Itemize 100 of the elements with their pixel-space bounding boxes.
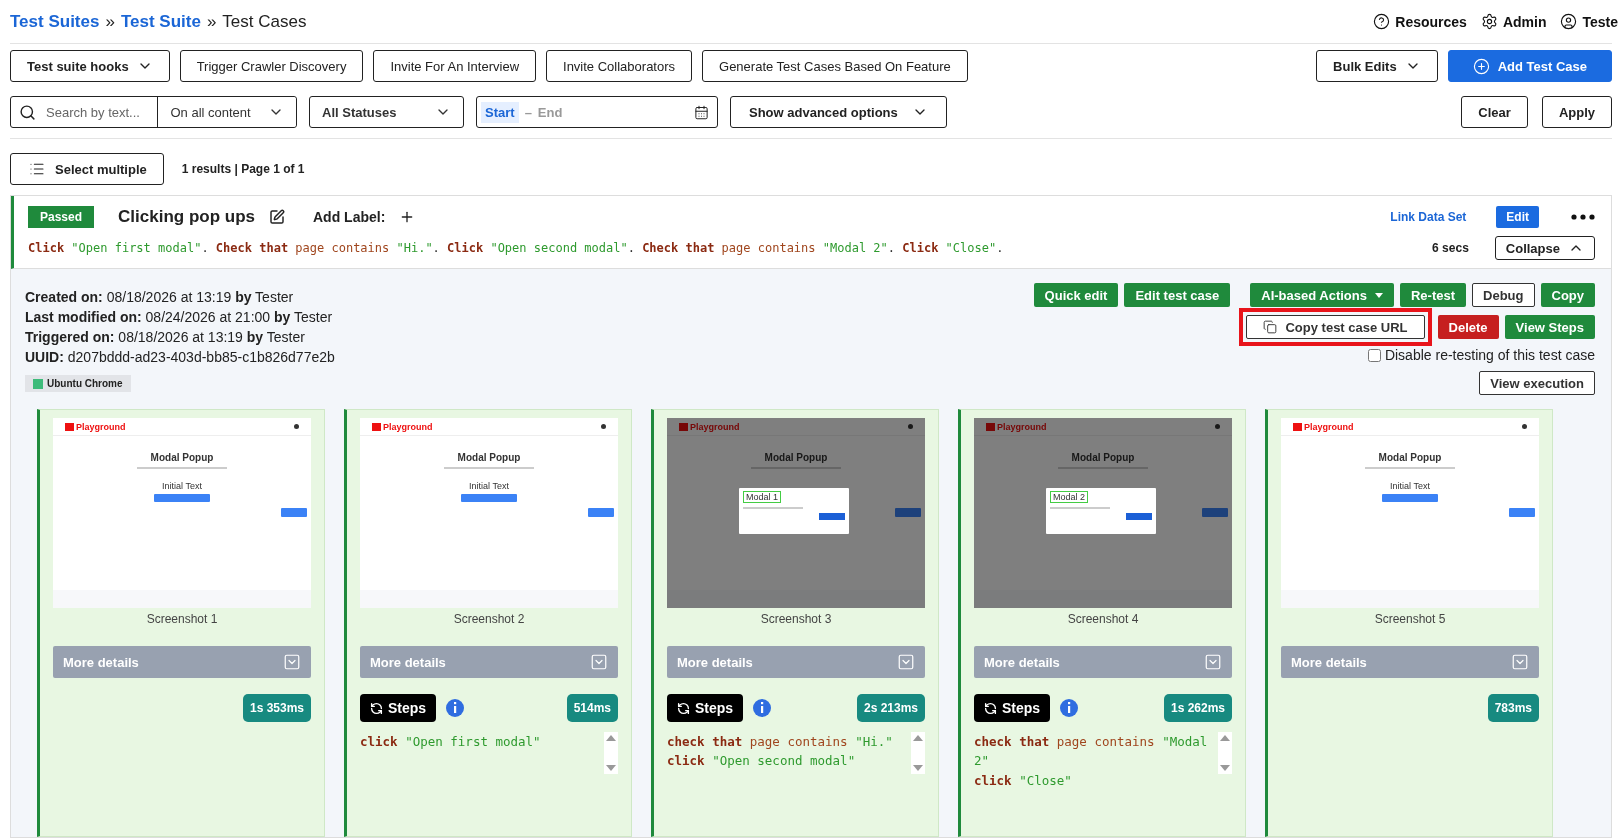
duration-badge: 514ms bbox=[566, 694, 618, 722]
chevron-down-icon bbox=[897, 653, 915, 671]
page-heading: Modal Popup bbox=[763, 452, 829, 463]
action-button[interactable]: Re-test bbox=[1399, 283, 1467, 307]
toolbar-button[interactable]: Invite For An Interview bbox=[373, 50, 537, 82]
admin-link[interactable]: Admin bbox=[1480, 13, 1547, 30]
action-button[interactable]: Delete bbox=[1437, 315, 1499, 339]
chevron-down-icon bbox=[1204, 653, 1222, 671]
copy-icon bbox=[1263, 320, 1278, 334]
steps-button[interactable]: Steps bbox=[974, 694, 1051, 722]
resources-link[interactable]: Resources bbox=[1373, 13, 1467, 30]
apply-button[interactable]: Apply bbox=[1541, 96, 1612, 128]
moon-icon bbox=[1522, 424, 1527, 429]
page-text: Initial Text bbox=[468, 481, 510, 491]
breadcrumb-link[interactable]: Test Suite bbox=[120, 11, 201, 32]
screenshot-thumbnail[interactable]: Playground Modal Popup Modal 1 bbox=[667, 418, 925, 608]
page-heading: Modal Popup bbox=[1070, 452, 1136, 463]
duration-text: 6 secs bbox=[1432, 241, 1469, 255]
user-menu[interactable]: Teste bbox=[1560, 13, 1618, 30]
screenshot-thumbnail[interactable]: Playground Modal Popup Initial Text bbox=[1281, 418, 1539, 608]
metadata-line: Triggered on: 08/18/2026 at 13:19 by Tester bbox=[25, 328, 305, 347]
advanced-options-dropdown[interactable]: Show advanced options bbox=[730, 96, 947, 128]
hooks-dropdown[interactable]: Test suite hooks bbox=[10, 50, 170, 82]
checkbox[interactable] bbox=[1367, 348, 1381, 362]
metadata-line: Last modified on: 08/24/2026 at 21:00 by Tester bbox=[25, 308, 333, 327]
view-execution-button[interactable]: View execution bbox=[1479, 371, 1595, 395]
info-icon[interactable] bbox=[753, 699, 772, 717]
page-button bbox=[1509, 508, 1535, 517]
toolbar-button[interactable]: Invite Collaborators bbox=[546, 50, 693, 82]
duration-badge: 783ms bbox=[1487, 694, 1539, 722]
scrollbar[interactable] bbox=[911, 732, 925, 774]
screenshot-caption: Screenshot 3 bbox=[759, 612, 833, 626]
breadcrumb-current: Test Cases bbox=[222, 11, 307, 32]
add-label-text: Add Label: bbox=[313, 209, 386, 225]
action-button[interactable]: Copy bbox=[1540, 283, 1595, 307]
edit-icon[interactable] bbox=[269, 209, 285, 225]
action-button[interactable]: Debug bbox=[1472, 283, 1535, 307]
browser-tag: Ubuntu Chrome bbox=[25, 375, 131, 392]
link-data-set-link[interactable]: Link Data Set bbox=[1390, 210, 1467, 224]
screenshot-thumbnail[interactable]: Playground Modal Popup Modal 2 bbox=[974, 418, 1232, 608]
info-icon[interactable] bbox=[1060, 699, 1079, 717]
action-button[interactable]: Edit test case bbox=[1124, 283, 1231, 307]
page-heading: Modal Popup bbox=[1377, 452, 1443, 463]
site-logo: Playground bbox=[679, 421, 740, 432]
breadcrumb-link[interactable]: Test Suites bbox=[10, 11, 100, 32]
metadata-line: UUID: d207bddd-ad23-403d-bb85-c1b826d77e2b bbox=[25, 348, 335, 367]
toolbar-button[interactable]: Generate Test Cases Based On Feature bbox=[702, 50, 968, 82]
select-multiple-button[interactable]: Select multiple bbox=[10, 153, 164, 185]
screenshot-thumbnail[interactable]: Playground Modal Popup Initial Text bbox=[360, 418, 618, 608]
site-logo: Playground bbox=[65, 421, 126, 432]
duration-badge: 1s 353ms bbox=[242, 694, 311, 722]
test-case-title: Clicking pop ups bbox=[118, 207, 255, 227]
scrollbar[interactable] bbox=[1218, 732, 1232, 774]
steps-button[interactable]: Steps bbox=[360, 694, 437, 722]
steps-code: check that page contains "Modal 2" click "Close" bbox=[974, 733, 1209, 790]
page-text: Initial Text bbox=[161, 481, 203, 491]
calendar-icon bbox=[694, 104, 709, 120]
steps-button[interactable]: Steps bbox=[667, 694, 744, 722]
duration-badge: 1s 262ms bbox=[1163, 694, 1232, 722]
screenshot-caption: Screenshot 1 bbox=[145, 612, 219, 626]
refresh-icon bbox=[984, 701, 997, 715]
info-icon[interactable] bbox=[446, 699, 465, 717]
status-select[interactable]: All Statuses bbox=[309, 96, 464, 128]
site-logo: Playground bbox=[372, 421, 433, 432]
duration-badge: 2s 213ms bbox=[856, 694, 925, 722]
moon-icon bbox=[908, 424, 913, 429]
page-button bbox=[154, 494, 210, 502]
modal-button bbox=[819, 513, 845, 520]
date-range-field[interactable]: Start – End bbox=[476, 96, 718, 128]
metadata-line: Created on: 08/18/2026 at 13:19 by Tester bbox=[25, 288, 294, 307]
list-icon bbox=[29, 161, 45, 177]
actions-dropdown[interactable]: AI-based Actions bbox=[1250, 283, 1394, 307]
chevron-down-icon bbox=[283, 653, 301, 671]
checkbox-label[interactable]: Disable re-testing of this test case bbox=[1384, 347, 1595, 363]
page-button bbox=[1382, 494, 1438, 502]
more-icon[interactable] bbox=[1571, 214, 1595, 220]
clear-button[interactable]: Clear bbox=[1461, 96, 1528, 128]
add-test-case-button[interactable]: Add Test Case bbox=[1447, 50, 1612, 82]
modal-title: Modal 1 bbox=[743, 491, 782, 503]
plus-circle-icon bbox=[1472, 57, 1490, 75]
steps-code: check that page contains "Hi." click "Open second modal" bbox=[667, 733, 894, 771]
status-badge: Passed bbox=[28, 206, 95, 228]
site-logo: Playground bbox=[1293, 421, 1354, 432]
collapse-button[interactable]: Collapse bbox=[1494, 236, 1595, 260]
page-heading: Modal Popup bbox=[456, 452, 522, 463]
edit-button[interactable]: Edit bbox=[1496, 206, 1539, 228]
results-summary: 1 results | Page 1 of 1 bbox=[181, 162, 305, 176]
page-button bbox=[461, 494, 517, 502]
action-button[interactable]: Copy test case URL bbox=[1246, 315, 1425, 339]
refresh-icon bbox=[370, 701, 383, 715]
bulk-edits-dropdown[interactable]: Bulk Edits bbox=[1316, 50, 1438, 82]
action-button[interactable]: View Steps bbox=[1504, 315, 1595, 339]
moon-icon bbox=[1215, 424, 1220, 429]
moon-icon bbox=[294, 424, 299, 429]
toolbar-button[interactable]: Trigger Crawler Discovery bbox=[179, 50, 364, 82]
action-button[interactable]: Quick edit bbox=[1033, 283, 1119, 307]
site-logo: Playground bbox=[986, 421, 1047, 432]
screenshot-thumbnail[interactable]: Playground Modal Popup Initial Text bbox=[53, 418, 311, 608]
scrollbar[interactable] bbox=[604, 732, 618, 774]
moon-icon bbox=[601, 424, 606, 429]
